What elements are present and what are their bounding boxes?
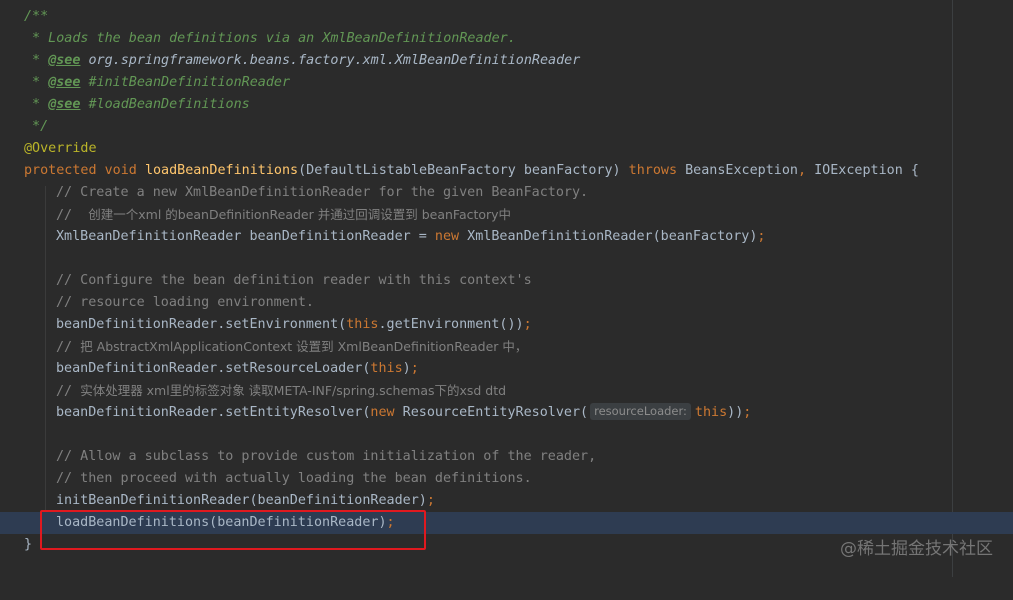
semicolon: ;	[757, 229, 766, 244]
statement: beanDefinitionReader.setResourceLoader(	[56, 361, 371, 376]
comment: 创建一个xml 的beanDefinitionReader 并通过回调设置到 b…	[88, 207, 512, 222]
statement: initBeanDefinitionReader(beanDefinitionR…	[56, 493, 427, 508]
this-keyword: this	[370, 361, 403, 376]
comment: // Create a new XmlBeanDefinitionReader …	[56, 185, 589, 200]
see-reference[interactable]: #initBeanDefinitionReader	[80, 75, 290, 90]
statement: )	[402, 361, 411, 376]
code-editor[interactable]: /** * Loads the bean definitions via an …	[0, 0, 1013, 577]
semicolon: ;	[743, 405, 752, 420]
statement: XmlBeanDefinitionReader(beanFactory)	[459, 229, 758, 244]
code-line[interactable]: // 创建一个xml 的beanDefinitionReader 并通过回调设置…	[0, 204, 1013, 226]
watermark: @稀土掘金技术社区	[840, 539, 993, 559]
method-params: (DefaultListableBeanFactory beanFactory)	[298, 163, 629, 178]
code-line[interactable]: initBeanDefinitionReader(beanDefinitionR…	[0, 490, 1013, 512]
javadoc-close: */	[24, 119, 49, 134]
statement: .getEnvironment())	[378, 317, 524, 332]
method-name[interactable]: loadBeanDefinitions	[145, 163, 298, 178]
comma: ,	[797, 163, 815, 178]
this-keyword: this	[346, 317, 379, 332]
see-reference[interactable]: org.springframework.beans.factory.xml.Xm…	[80, 53, 580, 68]
semicolon: ;	[410, 361, 419, 376]
exception-type: BeansException	[677, 163, 798, 178]
comment: 实体处理器 xml里的标签对象 读取META-INF/spring.schema…	[80, 383, 507, 398]
code-line[interactable]: * @see org.springframework.beans.factory…	[0, 50, 1013, 72]
new-keyword: new	[370, 405, 395, 420]
throws-keyword: throws	[628, 163, 678, 178]
parameter-hint: resourceLoader:	[590, 403, 691, 420]
code-line[interactable]: // Allow a subclass to provide custom in…	[0, 446, 1013, 468]
new-keyword: new	[434, 229, 460, 244]
statement: XmlBeanDefinitionReader beanDefinitionRe…	[56, 229, 435, 244]
code-line[interactable]: // Create a new XmlBeanDefinitionReader …	[0, 182, 1013, 204]
override-annotation: @Override	[24, 141, 97, 156]
comment: // resource loading environment.	[56, 295, 314, 310]
code-line[interactable]: protected void loadBeanDefinitions(Defau…	[0, 160, 1013, 182]
comment: // Configure the bean definition reader …	[56, 273, 532, 288]
see-tag: @see	[48, 53, 81, 68]
code-line[interactable]: // Configure the bean definition reader …	[0, 270, 1013, 292]
code-line[interactable]: beanDefinitionReader.setResourceLoader(t…	[0, 358, 1013, 380]
comment: // then proceed with actually loading th…	[56, 471, 532, 486]
see-tag: @see	[48, 75, 81, 90]
highlight-annotation-box	[40, 510, 426, 550]
javadoc-prefix: *	[24, 53, 49, 68]
comment: // Allow a subclass to provide custom in…	[56, 449, 597, 464]
comment-prefix: //	[56, 384, 81, 399]
comment-prefix: //	[56, 208, 89, 223]
code-line[interactable]: /**	[0, 6, 1013, 28]
see-tag: @see	[48, 97, 81, 112]
statement: ResourceEntityResolver(	[394, 405, 589, 420]
code-line[interactable]: // 把 AbstractXmlApplicationContext 设置到 X…	[0, 336, 1013, 358]
code-line[interactable]: // 实体处理器 xml里的标签对象 读取META-INF/spring.sch…	[0, 380, 1013, 402]
javadoc-prefix: *	[24, 75, 49, 90]
statement: beanDefinitionReader.setEnvironment(	[56, 317, 347, 332]
code-line[interactable]: XmlBeanDefinitionReader beanDefinitionRe…	[0, 226, 1013, 248]
see-reference[interactable]: #loadBeanDefinitions	[80, 97, 249, 112]
semicolon: ;	[426, 493, 435, 508]
javadoc-open: /**	[24, 9, 49, 24]
closing-brace: }	[24, 537, 33, 552]
semicolon: ;	[523, 317, 532, 332]
code-line[interactable]: beanDefinitionReader.setEnvironment(this…	[0, 314, 1013, 336]
return-type: void	[96, 163, 145, 178]
modifier-keyword: protected	[24, 163, 97, 178]
javadoc-prefix: *	[24, 97, 49, 112]
code-line[interactable]: @Override	[0, 138, 1013, 160]
statement: ))	[727, 405, 744, 420]
comment: 把 AbstractXmlApplicationContext 设置到 XmlB…	[80, 339, 528, 354]
javadoc-summary: * Loads the bean definitions via an XmlB…	[24, 31, 516, 46]
code-line[interactable]: // then proceed with actually loading th…	[0, 468, 1013, 490]
exception-type: IOException {	[814, 163, 919, 178]
statement: beanDefinitionReader.setEntityResolver(	[56, 405, 371, 420]
code-line[interactable]: * Loads the bean definitions via an XmlB…	[0, 28, 1013, 50]
code-line[interactable]: * @see #loadBeanDefinitions	[0, 94, 1013, 116]
code-line[interactable]: * @see #initBeanDefinitionReader	[0, 72, 1013, 94]
this-keyword: this	[694, 405, 728, 420]
code-line[interactable]: // resource loading environment.	[0, 292, 1013, 314]
comment-prefix: //	[56, 340, 81, 355]
code-line[interactable]: */	[0, 116, 1013, 138]
code-line[interactable]: beanDefinitionReader.setEntityResolver(n…	[0, 402, 1013, 424]
